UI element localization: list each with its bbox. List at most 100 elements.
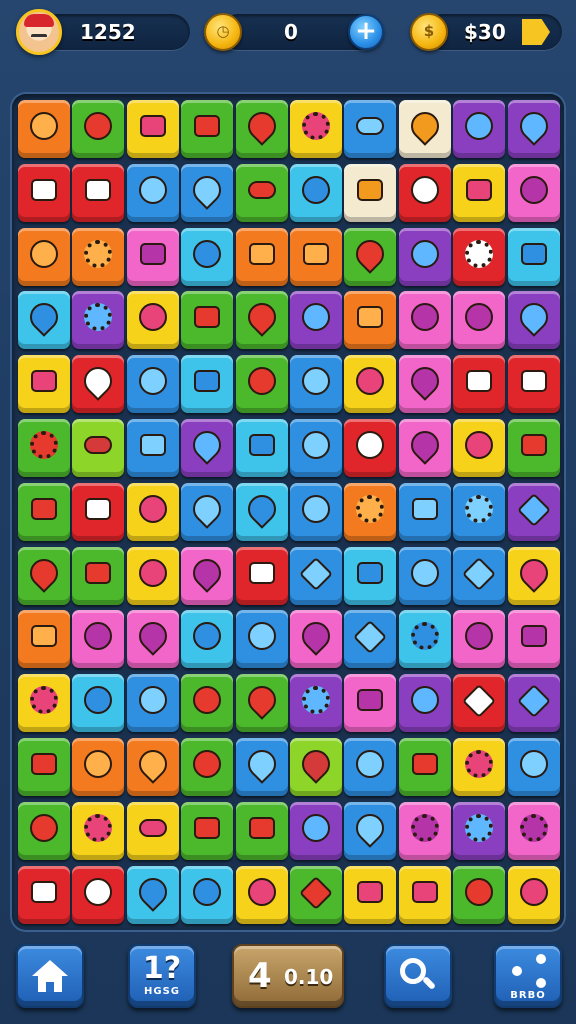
board-tile[interactable]	[18, 100, 70, 158]
board-tile[interactable]	[344, 674, 397, 733]
board-tile[interactable]	[453, 738, 506, 796]
board-tile[interactable]	[398, 738, 451, 796]
board-tile[interactable]	[344, 546, 397, 605]
board-tile[interactable]	[72, 291, 125, 350]
board-tile[interactable]	[290, 419, 342, 477]
board-tile[interactable]	[181, 610, 234, 669]
board-tile[interactable]	[507, 865, 560, 924]
board-tile[interactable]	[126, 865, 179, 924]
board-tile[interactable]	[181, 482, 234, 541]
board-tile[interactable]	[235, 801, 288, 860]
board-tile[interactable]	[398, 163, 451, 222]
board-tile[interactable]	[72, 163, 125, 222]
board-tile[interactable]	[398, 100, 451, 158]
board-tile[interactable]	[18, 865, 70, 924]
board-tile[interactable]	[18, 291, 70, 350]
board-tile[interactable]	[344, 865, 397, 924]
board-tile[interactable]	[181, 738, 234, 796]
board-tile[interactable]	[18, 801, 70, 860]
board-tile[interactable]	[72, 801, 125, 860]
board-tile[interactable]	[344, 227, 397, 286]
board-tile[interactable]	[18, 227, 70, 286]
board-tile[interactable]	[507, 674, 560, 733]
board-tile[interactable]	[453, 865, 506, 924]
board-tile[interactable]	[72, 610, 125, 669]
board-tile[interactable]	[126, 163, 179, 222]
board-tile[interactable]	[235, 674, 288, 733]
moves-timer-button[interactable]: 4 0.10	[232, 944, 344, 1008]
board-tile[interactable]	[18, 355, 70, 414]
board-tile[interactable]	[181, 419, 234, 477]
board-tile[interactable]	[507, 291, 560, 350]
board-tile[interactable]	[398, 227, 451, 286]
board-tile[interactable]	[344, 738, 397, 796]
board-tile[interactable]	[507, 227, 560, 286]
board-tile[interactable]	[72, 738, 125, 796]
board-tile[interactable]	[126, 674, 179, 733]
board-tile[interactable]	[290, 610, 342, 669]
board-tile[interactable]	[18, 610, 70, 669]
board-tile[interactable]	[235, 546, 288, 605]
board-tile[interactable]	[453, 355, 506, 414]
board-tile[interactable]	[181, 865, 234, 924]
board-tile[interactable]	[290, 801, 342, 860]
board-tile[interactable]	[507, 100, 560, 158]
board-tile[interactable]	[290, 738, 342, 796]
board-tile[interactable]	[398, 610, 451, 669]
board-tile[interactable]	[126, 738, 179, 796]
player-avatar[interactable]	[16, 9, 62, 55]
board-tile[interactable]	[18, 546, 70, 605]
board-tile[interactable]	[235, 291, 288, 350]
board-tile[interactable]	[398, 801, 451, 860]
home-button[interactable]	[16, 944, 84, 1008]
board-tile[interactable]	[398, 419, 451, 477]
board-tile[interactable]	[72, 355, 125, 414]
board-tile[interactable]	[344, 100, 397, 158]
board-tile[interactable]	[290, 865, 342, 924]
board-tile[interactable]	[181, 227, 234, 286]
board-tile[interactable]	[398, 674, 451, 733]
board-tile[interactable]	[126, 100, 179, 158]
board-tile[interactable]	[344, 482, 397, 541]
board-tile[interactable]	[344, 163, 397, 222]
board-tile[interactable]	[398, 355, 451, 414]
board-tile[interactable]	[398, 546, 451, 605]
board-tile[interactable]	[398, 482, 451, 541]
board-tile[interactable]	[126, 546, 179, 605]
board-tile[interactable]	[344, 419, 397, 477]
board-tile[interactable]	[235, 738, 288, 796]
board-tile[interactable]	[181, 801, 234, 860]
board-tile[interactable]	[507, 482, 560, 541]
board-tile[interactable]	[290, 482, 342, 541]
board-tile[interactable]	[181, 546, 234, 605]
share-button[interactable]: BRBO	[494, 944, 562, 1008]
board-tile[interactable]	[235, 865, 288, 924]
board-tile[interactable]	[235, 419, 288, 477]
board-tile[interactable]	[126, 482, 179, 541]
add-button[interactable]: +	[348, 14, 384, 50]
board-tile[interactable]	[453, 482, 506, 541]
board-tile[interactable]	[235, 100, 288, 158]
board-tile[interactable]	[290, 227, 342, 286]
board-tile[interactable]	[453, 610, 506, 669]
board-tile[interactable]	[181, 355, 234, 414]
board-tile[interactable]	[507, 801, 560, 860]
board-tile[interactable]	[344, 610, 397, 669]
board-tile[interactable]	[72, 865, 125, 924]
board-tile[interactable]	[507, 610, 560, 669]
board-tile[interactable]	[453, 801, 506, 860]
board-tile[interactable]	[126, 419, 179, 477]
board-tile[interactable]	[507, 419, 560, 477]
board-tile[interactable]	[290, 163, 342, 222]
board-tile[interactable]	[344, 291, 397, 350]
board-tile[interactable]	[507, 546, 560, 605]
board-tile[interactable]	[72, 227, 125, 286]
board-tile[interactable]	[453, 291, 506, 350]
board-tile[interactable]	[453, 546, 506, 605]
board-tile[interactable]	[181, 291, 234, 350]
search-button[interactable]	[384, 944, 452, 1008]
board-tile[interactable]	[453, 419, 506, 477]
board-tile[interactable]	[453, 227, 506, 286]
board-tile[interactable]	[181, 163, 234, 222]
board-tile[interactable]	[235, 227, 288, 286]
